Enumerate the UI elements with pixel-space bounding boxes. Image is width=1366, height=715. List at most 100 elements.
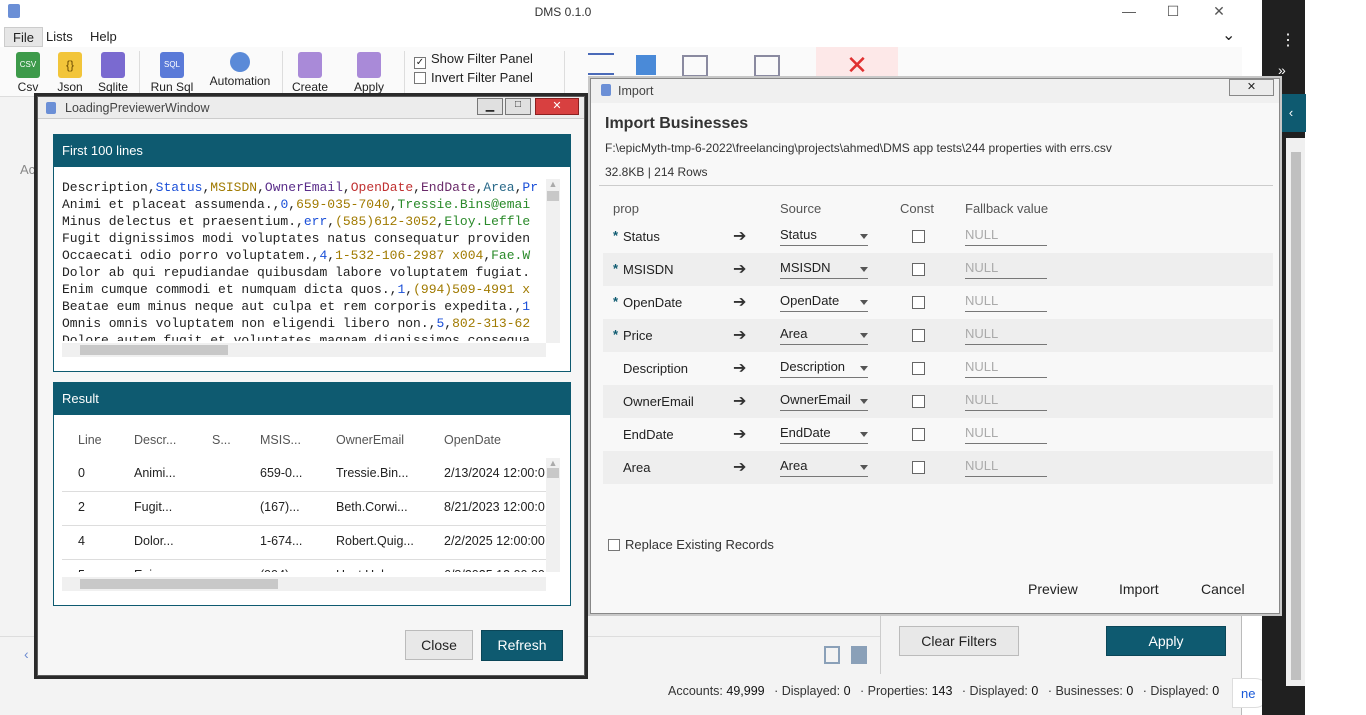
table-cell: Fugit... (134, 500, 173, 514)
result-column-header[interactable]: OpenDate (444, 433, 501, 447)
double-chevron-icon[interactable]: » (1278, 62, 1286, 78)
close-button[interactable]: ✕ (535, 98, 579, 115)
const-checkbox[interactable] (912, 362, 925, 375)
source-select[interactable]: MSISDN (780, 257, 868, 279)
scrollbar[interactable] (1286, 138, 1305, 686)
chevron-down-icon (860, 333, 868, 338)
fallback-input[interactable]: NULL (965, 455, 1047, 477)
automation-button[interactable]: Automation (206, 52, 274, 88)
mapping-row: Area ➔ Area NULL (603, 451, 1273, 484)
const-checkbox[interactable] (912, 428, 925, 441)
fallback-input[interactable]: NULL (965, 389, 1047, 411)
csv-token: Omnis omnis voluptatem non eligendi libe… (62, 316, 429, 331)
source-select[interactable]: OpenDate (780, 290, 868, 312)
source-select[interactable]: Description (780, 356, 868, 378)
properties-label: Properties: (867, 684, 929, 698)
filter-icon (357, 52, 381, 78)
const-checkbox[interactable] (912, 329, 925, 342)
const-checkbox[interactable] (912, 263, 925, 276)
scrollbar-thumb[interactable] (547, 191, 559, 201)
preview-button[interactable]: Preview (1028, 581, 1078, 597)
result-column-header[interactable]: OwnerEmail (336, 433, 404, 447)
save-as-icon[interactable] (754, 55, 780, 77)
column-source: Source (780, 201, 822, 216)
mapping-row: * Price ➔ Area NULL (603, 319, 1273, 352)
vertical-scrollbar[interactable]: ▲ (546, 458, 560, 572)
create-filter-button[interactable]: Create (290, 52, 330, 94)
table-row[interactable]: 5 Enim... (994)... Hoyt.Haley... 6/8/2025 12… (62, 560, 546, 572)
apply-filters-button[interactable]: Apply (1106, 626, 1226, 656)
run-sql-button[interactable]: SQL Run Sql (150, 52, 194, 94)
more-options-icon[interactable]: ⋮ (1280, 30, 1296, 50)
close-button[interactable]: ✕ (1196, 3, 1242, 23)
scrollbar-thumb[interactable] (80, 579, 278, 589)
left-tab-stub[interactable]: Ac (20, 162, 35, 177)
result-column-header[interactable]: S... (212, 433, 231, 447)
vertical-scrollbar[interactable]: ▲ (546, 179, 560, 343)
minimize-button[interactable]: ▁ (477, 98, 503, 115)
source-value: Area (780, 326, 808, 341)
csv-header-token: Pr (522, 180, 539, 195)
scrollbar-thumb[interactable] (80, 345, 228, 355)
csv-import-button[interactable]: CSV Csv (8, 52, 48, 94)
scroll-up-icon[interactable]: ▲ (546, 458, 560, 468)
source-select[interactable]: Area (780, 455, 868, 477)
menu-help[interactable]: Help (82, 27, 125, 47)
fallback-input[interactable]: NULL (965, 323, 1047, 345)
const-checkbox[interactable] (912, 461, 925, 474)
horizontal-scrollbar[interactable] (62, 343, 546, 357)
result-column-header[interactable]: MSIS... (260, 433, 301, 447)
table-row[interactable]: 0 Animi... 659-0... Tressie.Bin... 2/13/2024… (62, 458, 546, 492)
clear-filters-button[interactable]: Clear Filters (899, 626, 1019, 656)
maximize-button[interactable]: ☐ (1150, 3, 1196, 23)
csv-token: 802-313-62 (452, 316, 531, 331)
save-icon[interactable] (851, 646, 867, 664)
close-button[interactable]: ✕ (1229, 79, 1274, 96)
close-button[interactable]: Close (405, 630, 473, 660)
minimize-button[interactable]: — (1106, 3, 1152, 23)
refresh-button[interactable]: Refresh (481, 630, 563, 661)
fallback-input[interactable]: NULL (965, 224, 1047, 246)
const-checkbox[interactable] (912, 296, 925, 309)
apply-filter-button[interactable]: Apply (349, 52, 389, 94)
const-checkbox[interactable] (912, 395, 925, 408)
collapse-tab[interactable]: ‹ (1276, 94, 1306, 132)
cancel-button[interactable]: Cancel (1201, 581, 1245, 597)
json-import-button[interactable]: {} Json (50, 52, 90, 94)
table-row[interactable]: 4 Dolor... 1-674... Robert.Quig... 2/2/2025 … (62, 526, 546, 560)
replace-existing-checkbox[interactable]: Replace Existing Records (608, 537, 774, 552)
maximize-button[interactable]: □ (505, 98, 531, 115)
delete-icon[interactable]: ✕ (816, 47, 898, 80)
prop-name: MSISDN (623, 262, 674, 277)
scrollbar-thumb[interactable] (1291, 152, 1301, 680)
result-column-header[interactable]: Descr... (134, 433, 176, 447)
sort-icon[interactable] (636, 55, 656, 75)
horizontal-scrollbar[interactable] (62, 577, 546, 591)
chevron-down-icon[interactable]: ⌄ (1222, 25, 1235, 45)
const-checkbox[interactable] (912, 230, 925, 243)
source-select[interactable]: Status (780, 224, 868, 246)
fallback-input[interactable]: NULL (965, 290, 1047, 312)
scrollbar-thumb[interactable] (547, 468, 559, 478)
table-row[interactable]: 2 Fugit... (167)... Beth.Corwi... 8/21/2023 … (62, 492, 546, 526)
invert-filter-panel-checkbox[interactable]: Invert Filter Panel (414, 70, 533, 85)
list-icon[interactable] (588, 53, 614, 75)
copy-icon[interactable] (824, 646, 840, 664)
result-column-header[interactable]: Line (78, 433, 102, 447)
sqlite-import-button[interactable]: Sqlite (93, 52, 133, 94)
save-icon[interactable] (682, 55, 708, 77)
show-filter-panel-checkbox[interactable]: ✓ Show Filter Panel (414, 51, 533, 69)
source-select[interactable]: EndDate (780, 422, 868, 444)
fallback-input[interactable]: NULL (965, 257, 1047, 279)
scroll-up-icon[interactable]: ▲ (546, 179, 560, 189)
menu-lists[interactable]: Lists (38, 27, 81, 47)
import-window-title: Import (618, 84, 654, 98)
fallback-input[interactable]: NULL (965, 422, 1047, 444)
left-arrow-icon[interactable]: ‹ (24, 646, 29, 662)
csv-token: Fae.W (491, 248, 531, 263)
source-select[interactable]: OwnerEmail (780, 389, 868, 411)
source-select[interactable]: Area (780, 323, 868, 345)
fallback-input[interactable]: NULL (965, 356, 1047, 378)
import-button[interactable]: Import (1119, 581, 1159, 597)
invert-filter-panel-label: Invert Filter Panel (431, 70, 533, 85)
